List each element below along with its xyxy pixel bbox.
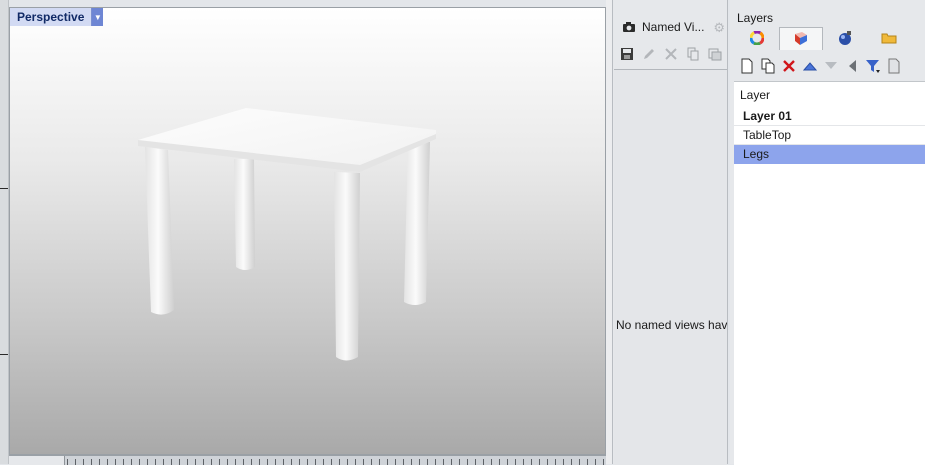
rhino-window: Perspective ▼ Named Vi... ⚙ No named vie… (0, 0, 925, 465)
layers-panel: Layers Layer Layer 01 TableTop Legs (730, 0, 925, 465)
layers-toolbar (738, 54, 925, 78)
move-up-icon[interactable] (801, 57, 819, 75)
viewport-title[interactable]: Perspective (10, 8, 93, 26)
grid-tick (0, 354, 8, 355)
viewport-menu-arrow[interactable]: ▼ (92, 8, 104, 26)
delete-view-icon[interactable] (662, 45, 680, 63)
perspective-viewport[interactable]: Perspective ▼ (9, 7, 606, 455)
layer-row[interactable]: Layer 01 (734, 107, 925, 126)
copy-view-icon[interactable] (684, 45, 702, 63)
new-layer-icon[interactable] (738, 57, 756, 75)
ruler-ticks (67, 459, 606, 465)
color-wheel-icon[interactable] (735, 27, 779, 49)
save-view-icon[interactable] (618, 45, 636, 63)
viewport-title-tab[interactable]: Perspective ▼ (10, 8, 104, 26)
folder-icon[interactable] (867, 27, 911, 49)
layers-list[interactable]: Layer Layer 01 TableTop Legs (734, 81, 925, 465)
adjacent-viewport-edge (0, 0, 9, 464)
named-views-tab-label: Named Vi... (642, 20, 705, 34)
camera-icon (620, 18, 638, 36)
named-views-list[interactable]: No named views hav (614, 69, 727, 465)
table-leg-back-left[interactable] (234, 159, 255, 270)
table-leg-back-right[interactable] (404, 142, 430, 305)
layer-row-selected[interactable]: Legs (734, 145, 925, 164)
new-sublayer-icon[interactable] (759, 57, 777, 75)
named-views-panel: Named Vi... ⚙ No named views hav (612, 0, 728, 465)
named-views-tab[interactable]: Named Vi... ⚙ (615, 16, 727, 38)
filter-icon[interactable] (864, 57, 882, 75)
named-views-empty-message: No named views hav (616, 318, 727, 332)
grid-tick (0, 188, 8, 189)
layers-panel-tabs (735, 27, 925, 50)
materials-icon[interactable] (823, 27, 867, 49)
document-icon[interactable] (885, 57, 903, 75)
edit-view-icon[interactable] (640, 45, 658, 63)
table-leg-front-left[interactable] (145, 147, 174, 315)
table-leg-front-right[interactable] (334, 172, 360, 361)
delete-layer-icon[interactable] (780, 57, 798, 75)
layer-row[interactable]: TableTop (734, 126, 925, 145)
layers-column-header[interactable]: Layer (740, 88, 770, 102)
move-down-icon[interactable] (822, 57, 840, 75)
duplicate-view-icon[interactable] (706, 45, 724, 63)
gear-icon[interactable]: ⚙ (713, 20, 725, 36)
layers-icon[interactable] (779, 27, 823, 50)
move-left-icon[interactable] (843, 57, 861, 75)
table-model[interactable] (10, 8, 606, 455)
named-views-toolbar (615, 41, 727, 67)
layers-panel-title: Layers (737, 11, 774, 25)
